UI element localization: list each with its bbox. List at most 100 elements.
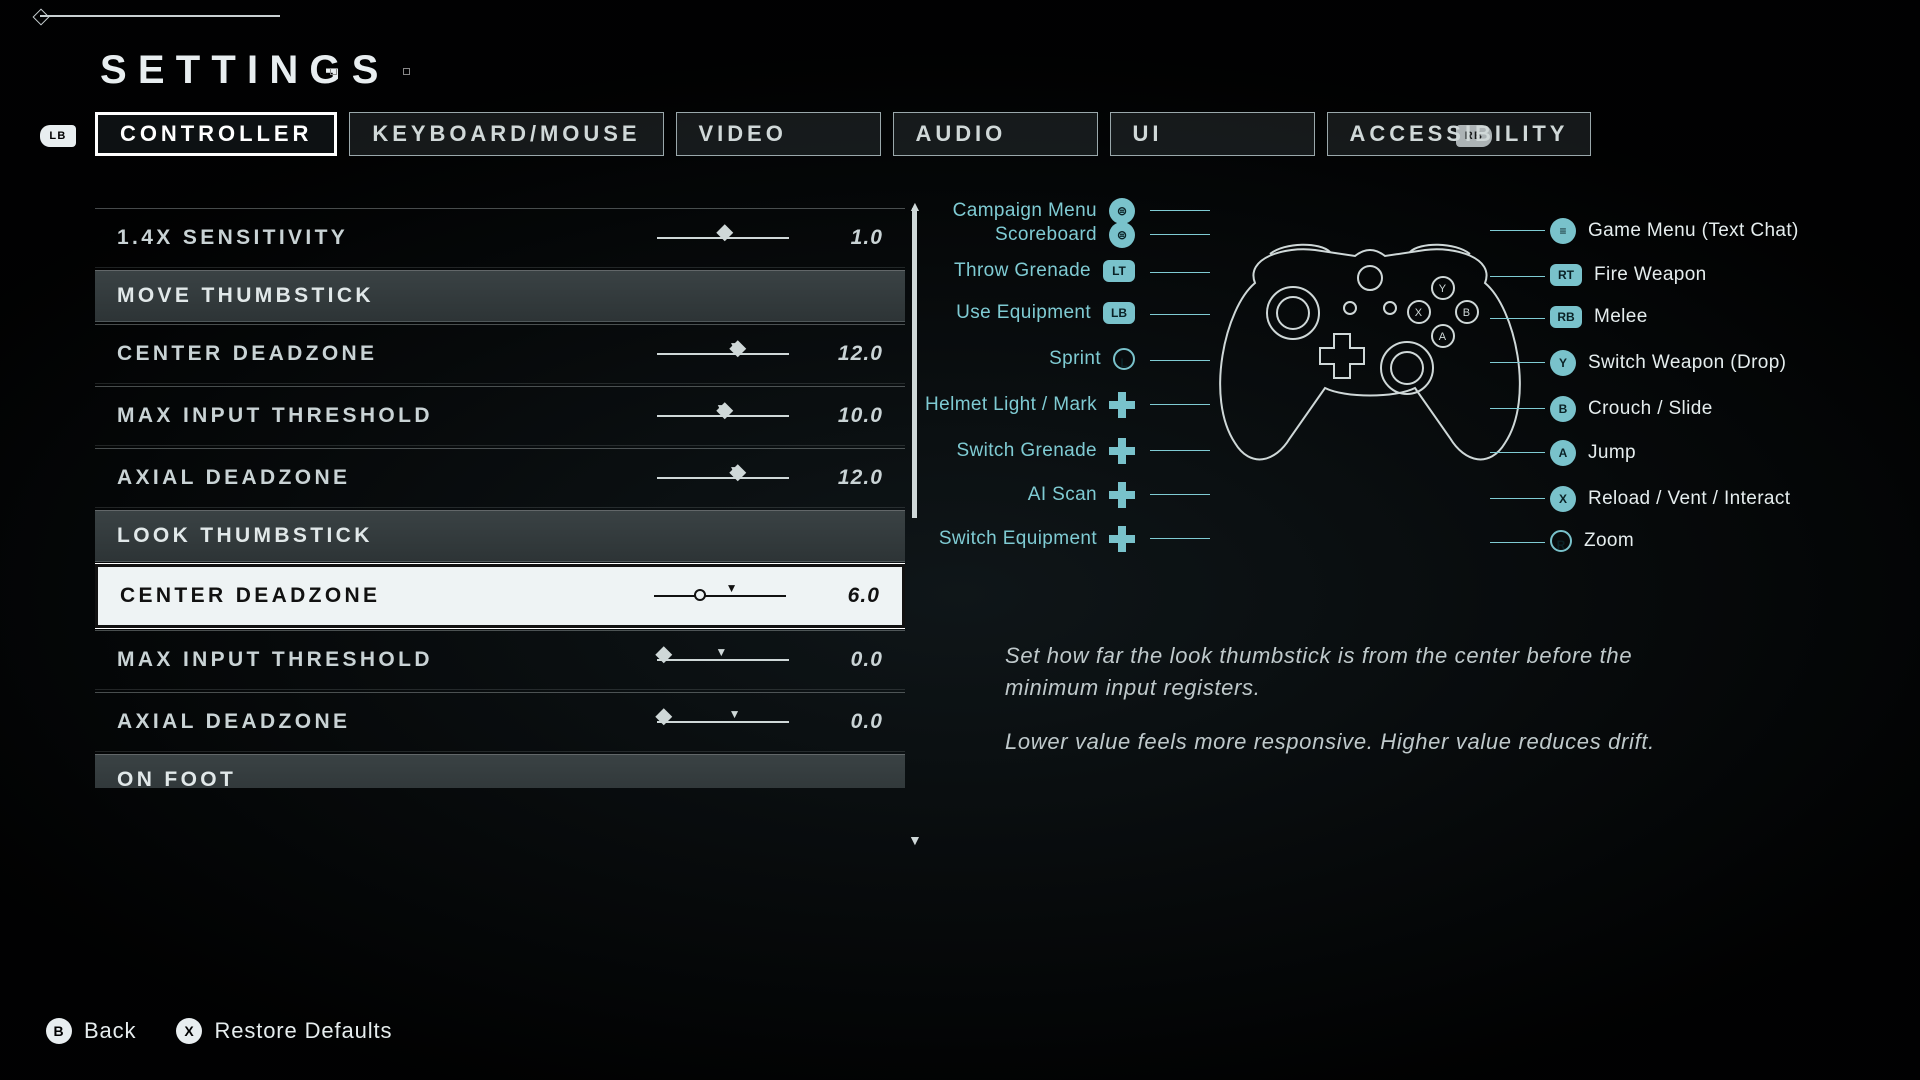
slider-track[interactable]: ▼ <box>654 595 786 597</box>
callout-right: ≡ Game Menu (Text Chat) <box>1550 218 1799 244</box>
slider-handle[interactable] <box>656 646 673 663</box>
section-header: LOOK THUMBSTICK <box>95 510 905 562</box>
setting-label: AXIAL DEADZONE <box>117 466 350 490</box>
description-line: Set how far the look thumbstick is from … <box>1005 640 1725 704</box>
slider-handle[interactable] <box>694 589 706 601</box>
tab-ui[interactable]: UI <box>1110 112 1315 156</box>
setting-value: 12.0 <box>813 466 883 490</box>
svg-text:Y: Y <box>1439 283 1448 295</box>
setting-row[interactable]: AXIAL DEADZONE ▼ 0.0 <box>95 692 905 752</box>
callout-label: Reload / Vent / Interact <box>1588 488 1790 510</box>
callout-label: Sprint <box>1049 348 1101 370</box>
callout-label: Switch Weapon (Drop) <box>1588 352 1786 374</box>
tab-video[interactable]: VIDEO <box>676 112 881 156</box>
callout-left: Switch Grenade <box>956 438 1135 464</box>
setting-row[interactable]: MAX INPUT THRESHOLD ▼ 10.0 <box>95 386 905 446</box>
slider-track[interactable]: ▼ <box>657 721 789 723</box>
callout-right: A Jump <box>1550 440 1636 466</box>
controller-diagram: Y B A X ⊜Campaign Menu⊜Scoreboard LT Throw… <box>950 198 1870 578</box>
svg-text:X: X <box>1415 307 1424 319</box>
setting-label: MAX INPUT THRESHOLD <box>117 404 433 428</box>
callout-right: Y Switch Weapon (Drop) <box>1550 350 1786 376</box>
footer-hints: B Back X Restore Defaults <box>46 1018 392 1044</box>
callout-label: Jump <box>1588 442 1636 464</box>
controller-button-icon <box>1109 526 1135 552</box>
callout-left: Switch Equipment <box>939 526 1135 552</box>
slider-handle[interactable] <box>656 708 673 725</box>
restore-label: Restore Defaults <box>214 1018 392 1044</box>
controller-button-icon <box>1109 438 1135 464</box>
controller-button-icon <box>1109 392 1135 418</box>
controller-button-icon: LT <box>1103 260 1135 282</box>
controller-button-icon: R <box>1550 530 1572 552</box>
slider-default-marker: ▼ <box>729 463 744 477</box>
setting-value: 0.0 <box>813 648 883 672</box>
controller-button-icon <box>1109 482 1135 508</box>
header-divider <box>40 15 280 17</box>
callout-label: Fire Weapon <box>1594 264 1707 286</box>
controller-button-icon: A <box>1550 440 1576 466</box>
slider-handle[interactable] <box>716 224 733 241</box>
slider-track[interactable] <box>657 237 789 239</box>
slider-track[interactable]: ▼ <box>657 353 789 355</box>
setting-value: 10.0 <box>813 404 883 428</box>
controller-button-icon: ≡ <box>1550 218 1576 244</box>
restore-defaults-button[interactable]: X Restore Defaults <box>176 1018 392 1044</box>
back-button[interactable]: B Back <box>46 1018 136 1044</box>
callout-label: Throw Grenade <box>954 260 1091 282</box>
setting-row[interactable]: CENTER DEADZONE▼6.0 <box>95 564 905 628</box>
scrollbar-thumb[interactable] <box>912 208 917 518</box>
setting-value: 12.0 <box>813 342 883 366</box>
lb-bumper-icon[interactable]: LB <box>40 125 76 147</box>
slider-track[interactable]: ▼ <box>657 415 789 417</box>
slider-default-marker: ▼ <box>729 707 744 721</box>
setting-row[interactable]: 1.4X SENSITIVITY 1.0 <box>95 208 905 268</box>
setting-row[interactable]: CENTER DEADZONE▼12.0 <box>95 324 905 384</box>
callout-label: Crouch / Slide <box>1588 398 1713 420</box>
slider-default-marker: ▼ <box>715 645 730 659</box>
controller-button-icon: ⊜ <box>1109 198 1135 224</box>
callout-left: LSprint <box>1049 348 1135 370</box>
callout-label: Game Menu (Text Chat) <box>1588 220 1799 242</box>
setting-label: MAX INPUT THRESHOLD <box>117 648 433 672</box>
setting-value: 0.0 <box>813 710 883 734</box>
setting-value: 1.0 <box>813 226 883 250</box>
controller-button-icon: RB <box>1550 306 1582 328</box>
svg-text:A: A <box>1439 331 1448 343</box>
tab-audio[interactable]: AUDIO <box>893 112 1098 156</box>
tab-controller[interactable]: CONTROLLER <box>95 112 337 156</box>
callout-right: BCrouch / Slide <box>1550 396 1713 422</box>
header-ornament <box>330 68 410 75</box>
setting-value: 6.0 <box>810 584 880 608</box>
x-button-icon: X <box>176 1018 202 1044</box>
setting-label: 1.4X SENSITIVITY <box>117 226 348 250</box>
callout-label: Use Equipment <box>956 302 1091 324</box>
callout-left: Helmet Light / Mark <box>925 392 1135 418</box>
tab-bar: CONTROLLER KEYBOARD/MOUSE VIDEO AUDIO UI ACCE… <box>95 112 1591 156</box>
callout-label: Melee <box>1594 306 1648 328</box>
slider-default-marker: ▼ <box>715 401 730 415</box>
tab-keyboard-mouse[interactable]: KEYBOARD/MOUSE <box>349 112 663 156</box>
callout-left: ⊜Scoreboard <box>995 222 1135 248</box>
callout-right: XReload / Vent / Interact <box>1550 486 1790 512</box>
setting-label: AXIAL DEADZONE <box>117 710 350 734</box>
tab-accessibility[interactable]: ACCESSIBILITY <box>1327 112 1592 156</box>
callout-right: RTFire Weapon <box>1550 264 1707 286</box>
callout-label: Zoom <box>1584 530 1634 552</box>
controller-button-icon: Y <box>1550 350 1576 376</box>
setting-row[interactable]: MAX INPUT THRESHOLD ▼ 0.0 <box>95 630 905 690</box>
slider-default-marker: ▼ <box>726 581 741 595</box>
b-button-icon: B <box>46 1018 72 1044</box>
back-label: Back <box>84 1018 136 1044</box>
controller-outline: Y B A X <box>1205 228 1535 478</box>
callout-left: LT Throw Grenade <box>954 260 1135 282</box>
setting-row[interactable]: AXIAL DEADZONE ▼ 12.0 <box>95 448 905 508</box>
slider-track[interactable]: ▼ <box>657 659 789 661</box>
callout-left: AI Scan <box>1028 482 1135 508</box>
slider-track[interactable]: ▼ <box>657 477 789 479</box>
callout-left: LBUse Equipment <box>956 302 1135 324</box>
scroll-down-icon[interactable]: ▼ <box>908 832 923 848</box>
settings-list: 1.4X SENSITIVITY1.0MOVE THUMBSTICKCENTER… <box>95 208 905 788</box>
section-header: ON FOOT <box>95 754 905 788</box>
callout-left: ⊜Campaign Menu <box>953 198 1135 224</box>
